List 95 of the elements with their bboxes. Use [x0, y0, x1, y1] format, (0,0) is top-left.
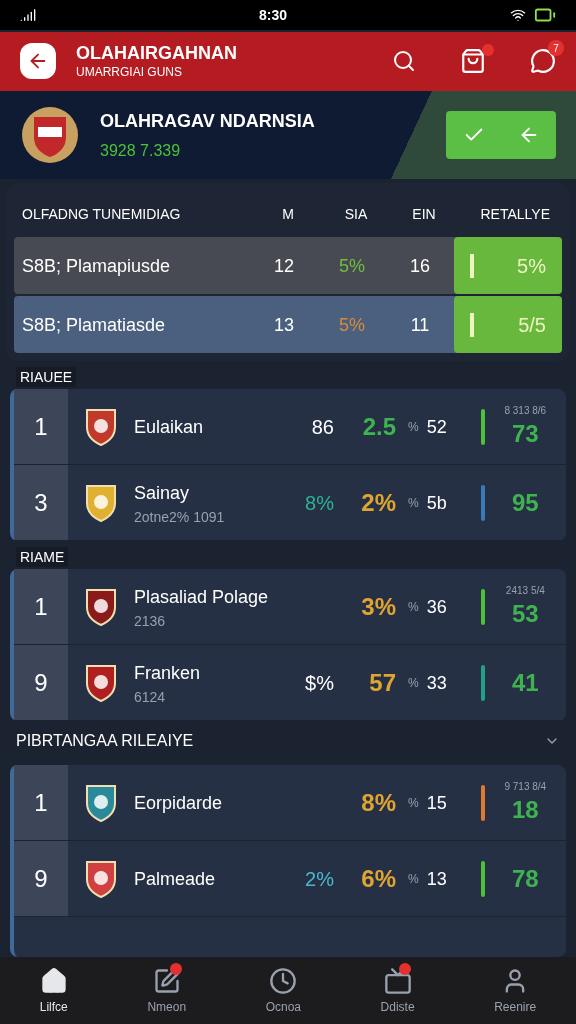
team-crest-icon	[84, 406, 118, 447]
team-name: Franken	[134, 661, 202, 685]
rank-cell: 1	[14, 569, 68, 645]
table-cell-text: 5%	[338, 313, 366, 337]
score-value: 78	[512, 863, 539, 894]
nav-tab[interactable]: Ddiste	[380, 966, 415, 1015]
nav-tab[interactable]: Lilfce	[39, 966, 68, 1015]
score-value: 73	[512, 419, 539, 450]
percent-value: 57	[368, 667, 396, 698]
stat-value: 86	[311, 414, 334, 440]
edit-icon	[152, 966, 181, 995]
team-crest-icon	[84, 662, 118, 703]
team-crest-icon	[84, 858, 118, 899]
team-name: Eorpidarde	[134, 791, 224, 815]
row-name: S8B; Plamapiusde	[21, 254, 172, 278]
score-value: 95	[512, 487, 539, 518]
percent-value: 2%	[360, 487, 396, 518]
table-cell-text: 11	[409, 313, 431, 337]
table-cell-text: 16	[409, 254, 431, 278]
team-detail: 2otne2% 1091	[134, 507, 226, 527]
team-crest-icon	[84, 782, 118, 823]
retallye-value: 5%	[517, 253, 546, 279]
stat-value: 2%	[305, 866, 334, 892]
team-name: Palmeade	[134, 867, 217, 891]
header-subtitle: UMARRGIAI GUNS	[76, 64, 183, 80]
section-title: RIAUEE	[16, 367, 77, 388]
unit-label: %	[408, 674, 419, 691]
unit-label: %	[408, 494, 419, 511]
team-detail: 2136	[134, 611, 167, 631]
score-value: 53	[512, 599, 539, 630]
rank-cell: 3	[14, 465, 68, 541]
count-value: 36	[426, 595, 448, 619]
count-value: 5b	[426, 491, 448, 515]
count-value: 15	[426, 791, 448, 815]
chat-badge: 7	[548, 40, 564, 57]
section-title: PIBRTANGAA RILEAIYE	[16, 731, 194, 752]
tick-mark	[470, 253, 474, 278]
summary-row[interactable]: S8B; Plamapiusde 12 5% 16 5%	[14, 237, 562, 295]
column-header: EIN	[411, 205, 437, 225]
percent-value: 3%	[360, 591, 396, 622]
score-value: 41	[512, 667, 539, 698]
score-value: 18	[512, 795, 539, 826]
tv-icon	[383, 966, 412, 995]
team-detail: 6124	[134, 687, 167, 707]
search-icon[interactable]	[392, 49, 416, 74]
table-cell-text: 12	[273, 254, 295, 278]
team-crest-icon	[84, 482, 118, 523]
clock-time: 8:30	[259, 5, 287, 25]
rank-cell: 9	[14, 645, 68, 721]
unit-label: %	[408, 598, 419, 615]
count-value: 33	[426, 671, 448, 695]
team-stat: 3928 7.339	[100, 140, 182, 161]
back-button[interactable]	[20, 43, 56, 80]
score-note: 9 713 8/4	[504, 780, 547, 795]
score-note: 8 313 8/6	[504, 404, 547, 419]
header-title: OLAHAIRGAHNAN	[76, 42, 238, 65]
nav-tab[interactable]: Reenire	[494, 966, 537, 1015]
count-value: 13	[426, 867, 448, 891]
unit-label: %	[408, 794, 419, 811]
clock-icon	[269, 966, 298, 995]
count-value: 52	[426, 415, 448, 439]
action-button[interactable]	[446, 110, 556, 159]
column-header: M	[281, 205, 295, 225]
nav-tab[interactable]: Nmeon	[147, 966, 187, 1015]
stat-value: 8%	[305, 490, 334, 516]
percent-value: 6%	[360, 863, 396, 894]
stat-value: $%	[305, 670, 334, 696]
row-name: S8B; Plamatiasde	[21, 313, 167, 337]
home-icon	[39, 966, 68, 995]
score-note: 2413 5/4	[505, 584, 545, 599]
team-name: Sainay	[134, 481, 191, 505]
unit-label: %	[408, 418, 419, 435]
team-name: OLAHRAGAV NDARNSIA	[100, 109, 316, 133]
unit-label: %	[408, 870, 419, 887]
team-crest-icon	[84, 586, 118, 627]
column-header: OLFADNG TUNEMIDIAG	[21, 205, 182, 225]
rank-cell: 1	[14, 765, 68, 841]
table-cell-text: 5%	[338, 254, 366, 278]
retallye-value: 5/5	[518, 312, 546, 338]
column-header: RETALLYE	[479, 205, 551, 225]
team-name: Eulaikan	[134, 415, 205, 439]
bag-icon[interactable]	[460, 48, 486, 75]
rank-cell: 9	[14, 841, 68, 917]
table-cell-text: 13	[273, 313, 295, 337]
signal-icon	[20, 6, 36, 23]
summary-row[interactable]: S8B; Plamatiasde 13 5% 11 5/5	[14, 296, 562, 354]
section-title: RIAME	[16, 547, 69, 568]
column-header: SIA	[343, 205, 369, 225]
team-name: Plasaliad Polage	[134, 585, 270, 609]
nav-tab[interactable]: Ocnoa	[265, 966, 301, 1015]
percent-value: 2.5	[361, 411, 396, 442]
rank-cell: 1	[14, 389, 68, 465]
crest-emblem-icon	[20, 104, 80, 165]
percent-value: 8%	[360, 787, 396, 818]
tick-mark	[470, 312, 474, 337]
